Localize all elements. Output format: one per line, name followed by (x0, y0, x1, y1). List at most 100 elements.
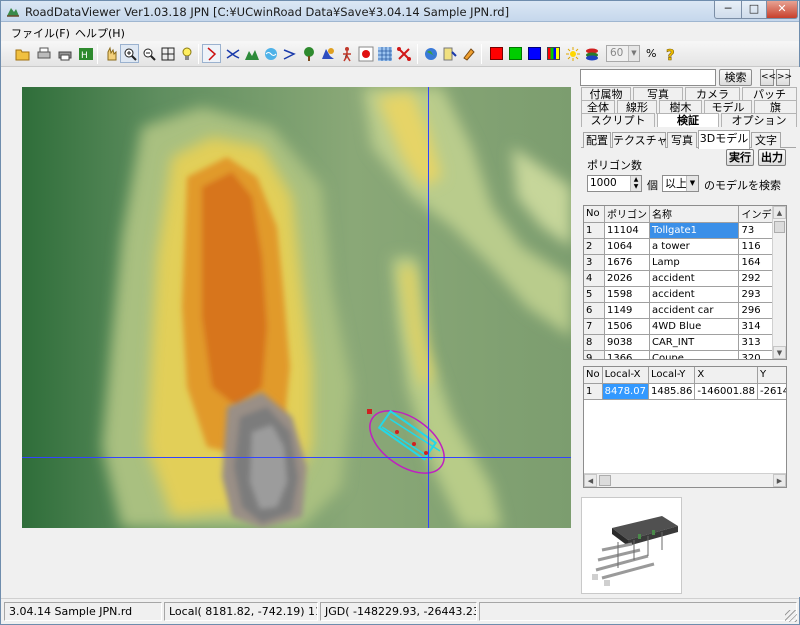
model-name-cell[interactable]: accident (649, 286, 740, 303)
green-color-icon[interactable] (506, 44, 525, 63)
tab-alignment[interactable]: 線形 (617, 100, 657, 114)
coordinates-grid[interactable]: No Local-X Local-Y X Y 1 8478.07 1485.86… (583, 366, 787, 488)
search-button[interactable]: 検索 (719, 69, 752, 86)
tree-icon[interactable] (299, 44, 318, 63)
menu-help[interactable]: ヘルプ(H) (75, 25, 125, 41)
tab-model[interactable]: モデル (704, 100, 752, 114)
table-row[interactable]: 3 1676 Lamp 164 (584, 254, 786, 271)
red-color-icon[interactable] (487, 44, 506, 63)
local-x-cell[interactable]: 8478.07 (602, 383, 649, 400)
tab-camera[interactable]: カメラ (685, 87, 740, 101)
table-row[interactable]: 7 1506 4WD Blue 314 (584, 318, 786, 335)
spinner-arrows-icon[interactable]: ▲ ▼ (630, 176, 641, 191)
model-name-cell[interactable]: accident car (649, 302, 740, 319)
table-row[interactable]: 8 9038 CAR_INT 313 (584, 334, 786, 351)
paint-icon[interactable] (459, 44, 478, 63)
tab-patch[interactable]: パッチ (742, 87, 797, 101)
x-cell[interactable]: -146001.88 (694, 383, 759, 400)
earth-icon[interactable] (421, 44, 440, 63)
rgb-icon[interactable] (544, 44, 563, 63)
search-input[interactable] (580, 69, 716, 86)
subtab-placement[interactable]: 配置 (583, 132, 611, 148)
column-header[interactable]: No (584, 206, 605, 223)
tab-trees[interactable]: 樹木 (659, 100, 702, 114)
record-icon[interactable] (356, 44, 375, 63)
print-icon[interactable] (34, 44, 53, 63)
tab-photos[interactable]: 写真 (633, 87, 683, 101)
column-header[interactable]: Y (757, 367, 786, 384)
open-icon[interactable] (13, 44, 32, 63)
table-row[interactable]: 9 1366 Coupe 320 (584, 350, 786, 359)
run-icon[interactable] (440, 44, 459, 63)
table-row[interactable]: 1 8478.07 1485.86 -146001.88 -26146.98 (584, 383, 786, 400)
chevron-down-icon[interactable]: ▼ (628, 46, 639, 61)
minimize-button[interactable]: ─ (714, 1, 742, 19)
layers-icon[interactable] (582, 44, 601, 63)
model-name-cell[interactable]: CAR_INT (649, 334, 740, 351)
link-icon[interactable] (394, 44, 413, 63)
polygon-count-cell[interactable]: 11104 (604, 222, 650, 239)
table-row[interactable]: 5 1598 accident 293 (584, 286, 786, 303)
model-name-cell[interactable]: a tower (649, 238, 740, 255)
chevron-down-icon[interactable]: ▼ (686, 176, 698, 191)
texture-icon[interactable] (375, 44, 394, 63)
polygon-count-cell[interactable]: 1149 (604, 302, 650, 319)
comparison-select[interactable]: 以上 ▼ (662, 175, 699, 192)
polygon-count-cell[interactable]: 2026 (604, 270, 650, 287)
tab-flag[interactable]: 旗 (754, 100, 797, 114)
table-row[interactable]: 2 1064 a tower 116 (584, 238, 786, 255)
blue-color-icon[interactable] (525, 44, 544, 63)
help-icon[interactable]: ? (661, 44, 680, 63)
chevron-up-icon[interactable]: ▲ (773, 206, 786, 219)
y-cell[interactable]: -26146.98 (757, 383, 786, 400)
column-header[interactable]: Local-Y (648, 367, 696, 384)
water-icon[interactable] (261, 44, 280, 63)
maximize-button[interactable]: □ (741, 1, 767, 19)
sun-icon[interactable] (563, 44, 582, 63)
column-header[interactable]: X (694, 367, 759, 384)
tab-script[interactable]: スクリプト (581, 113, 655, 127)
model-name-cell[interactable]: accident (649, 270, 740, 287)
polygon-count-cell[interactable]: 9038 (604, 334, 650, 351)
person-icon[interactable] (337, 44, 356, 63)
prev-button[interactable]: << (760, 69, 776, 86)
polygon-count-cell[interactable]: 1064 (604, 238, 650, 255)
light-icon[interactable] (177, 44, 196, 63)
subtab-photo[interactable]: 写真 (667, 132, 697, 148)
model-name-cell[interactable]: Tollgate1 (649, 222, 740, 239)
column-header[interactable]: Local-X (602, 367, 649, 384)
subtab-text[interactable]: 文字 (751, 132, 781, 148)
terrain-icon[interactable] (242, 44, 261, 63)
terrain-map-canvas[interactable] (22, 87, 571, 528)
scroll-thumb[interactable] (599, 475, 611, 486)
chevron-down-icon[interactable]: ▼ (773, 346, 786, 359)
zoom-out-icon[interactable] (139, 44, 158, 63)
line-icon[interactable] (280, 44, 299, 63)
model-name-cell[interactable]: 4WD Blue (649, 318, 740, 335)
subtab-3d-model[interactable]: 3Dモデル (698, 130, 750, 149)
close-button[interactable]: ✕ (766, 1, 798, 19)
coordinates-grid-hscroll[interactable]: ◀ ▶ (584, 473, 786, 487)
fit-view-icon[interactable] (158, 44, 177, 63)
scroll-thumb[interactable] (774, 221, 785, 233)
tab-verification[interactable]: 検証 (657, 113, 719, 127)
column-header[interactable]: 名称 (649, 206, 740, 223)
column-header[interactable]: No (584, 367, 603, 384)
terrain-map-view[interactable] (22, 87, 571, 528)
tab-options[interactable]: オプション (721, 113, 797, 127)
polygon-count-cell[interactable]: 1506 (604, 318, 650, 335)
title-bar[interactable]: RoadDataViewer Ver1.03.18 JPN [C:¥UCwinR… (1, 1, 799, 22)
chevron-right-icon[interactable]: ▶ (773, 474, 786, 487)
polygon-count-cell[interactable]: 1366 (604, 350, 650, 359)
local-y-cell[interactable]: 1485.86 (648, 383, 696, 400)
model-name-cell[interactable]: Coupe (649, 350, 740, 359)
chevron-left-icon[interactable]: ◀ (584, 474, 597, 487)
table-row[interactable]: 1 11104 Tollgate1 73 (584, 222, 786, 239)
road-icon[interactable] (202, 44, 221, 63)
menu-file[interactable]: ファイル(F) (11, 25, 70, 41)
models-grid-vscroll[interactable]: ▲ ▼ (772, 206, 786, 359)
run-button[interactable]: 実行 (726, 149, 754, 166)
intersection-icon[interactable] (223, 44, 242, 63)
resize-grip[interactable] (785, 610, 797, 622)
polygon-count-cell[interactable]: 1598 (604, 286, 650, 303)
